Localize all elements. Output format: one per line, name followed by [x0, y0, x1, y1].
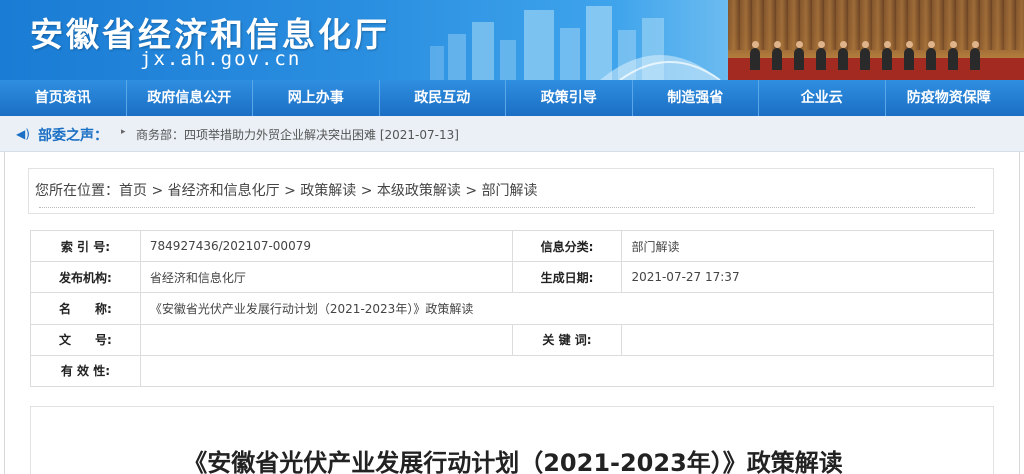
article-box: 《安徽省光伏产业发展行动计划（2021-2023年）》政策解读 [30, 406, 994, 474]
table-row: 有 效 性: [30, 354, 995, 388]
speaker-icon: ◀) [16, 127, 30, 141]
meeting-photo [728, 0, 1024, 80]
docno-label: 文 号: [30, 323, 141, 356]
table-row: 发布机构: 省经济和信息化厅 生成日期: 2021-07-27 17:37 [30, 261, 994, 294]
index-value: 784927436/202107-00079 [139, 229, 513, 263]
breadcrumb: 您所在位置：首页 > 省经济和信息化厅 > 政策解读 > 本级政策解读 > 部门… [35, 180, 538, 200]
publisher-label: 发布机构: [30, 261, 141, 294]
name-value: 《安徽省光伏产业发展行动计划（2021-2023年）》政策解读 [139, 292, 995, 325]
table-row: 文 号: 关 键 词: [30, 323, 994, 356]
header-banner: 安徽省经济和信息化厅 jx.ah.gov.cn [0, 0, 1024, 80]
breadcrumb-department[interactable]: 省经济和信息化厅 [168, 183, 280, 199]
ticker-news-link[interactable]: 商务部：四项举措助力外贸企业解决突出困难 [2021-07-13] [136, 126, 459, 143]
breadcrumb-policy[interactable]: 政策解读 [300, 183, 356, 199]
nav-item-gov-info[interactable]: 政府信息公开 [127, 80, 253, 116]
name-label: 名 称: [30, 292, 141, 325]
table-row: 名 称: 《安徽省光伏产业发展行动计划（2021-2023年）》政策解读 [30, 292, 995, 325]
keywords-value [621, 323, 994, 356]
ticker-label: 部委之声： [38, 128, 108, 144]
breadcrumb-prefix: 您所在位置： [35, 183, 119, 199]
dotted-divider [39, 207, 975, 208]
validity-value [139, 354, 995, 388]
publisher-value: 省经济和信息化厅 [139, 261, 513, 294]
document-info-table: 索 引 号: 784927436/202107-00079 信息分类: 部门解读… [30, 229, 995, 388]
date-label: 生成日期: [511, 261, 623, 294]
breadcrumb-home[interactable]: 首页 [119, 183, 147, 199]
nav-item-interaction[interactable]: 政民互动 [380, 80, 506, 116]
breadcrumb-separator: > [356, 183, 377, 199]
nav-item-enterprise-cloud[interactable]: 企业云 [759, 80, 886, 116]
site-domain: jx.ah.gov.cn [140, 48, 302, 70]
breadcrumb-separator: > [460, 183, 482, 199]
table-row: 索 引 号: 784927436/202107-00079 信息分类: 部门解读 [30, 229, 994, 263]
nav-item-policy-guide[interactable]: 政策引导 [506, 80, 633, 116]
nav-item-online-services[interactable]: 网上办事 [253, 80, 380, 116]
article-title: 《安徽省光伏产业发展行动计划（2021-2023年）》政策解读 [183, 449, 843, 474]
nav-item-manufacturing[interactable]: 制造强省 [633, 80, 759, 116]
main-nav: 首页资讯 政府信息公开 网上办事 政民互动 政策引导 制造强省 企业云 防疫物资… [0, 80, 1024, 116]
category-label: 信息分类: [511, 229, 623, 263]
date-value: 2021-07-27 17:37 [621, 261, 994, 294]
breadcrumb-separator: > [279, 183, 301, 199]
triangle-right-icon: ▸ [121, 127, 126, 137]
category-value: 部门解读 [621, 229, 994, 263]
breadcrumb-separator: > [147, 183, 168, 199]
breadcrumb-local-policy[interactable]: 本级政策解读 [377, 183, 461, 199]
breadcrumb-dept-interpretation[interactable]: 部门解读 [482, 183, 538, 199]
city-skyline-graphic [430, 6, 721, 80]
nav-item-home-news[interactable]: 首页资讯 [0, 80, 127, 116]
index-label: 索 引 号: [30, 229, 141, 263]
breadcrumb-box: 您所在位置：首页 > 省经济和信息化厅 > 政策解读 > 本级政策解读 > 部门… [28, 168, 994, 214]
validity-label: 有 效 性: [30, 354, 141, 388]
news-ticker: ◀) 部委之声： ▸ 商务部：四项举措助力外贸企业解决突出困难 [2021-07… [0, 116, 1024, 152]
docno-value [139, 323, 513, 356]
nav-item-epidemic-supplies[interactable]: 防疫物资保障 [886, 80, 1013, 116]
keywords-label: 关 键 词: [511, 323, 623, 356]
